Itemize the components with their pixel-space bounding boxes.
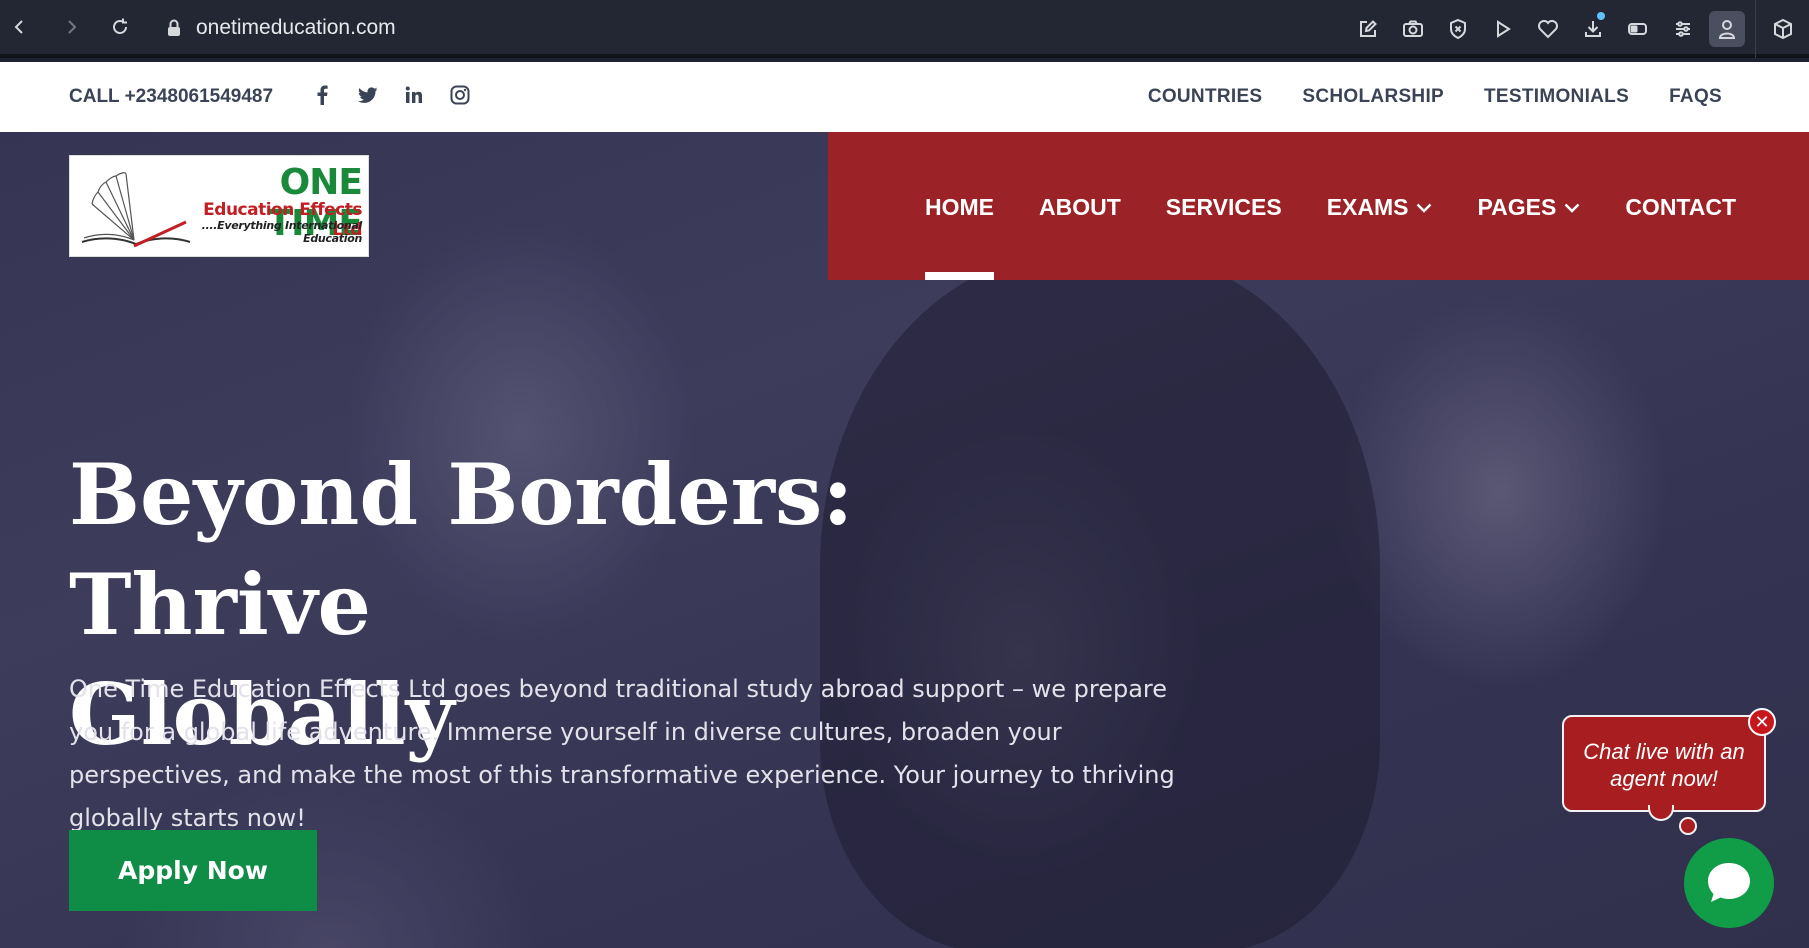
camera-icon bbox=[1402, 20, 1423, 37]
reload-button[interactable] bbox=[106, 13, 134, 41]
top-link-scholarship[interactable]: SCHOLARSHIP bbox=[1302, 86, 1444, 108]
lock-icon bbox=[168, 19, 180, 36]
chevron-right-icon bbox=[68, 20, 77, 34]
logo-tagline: ....Everything International Education bbox=[201, 219, 363, 245]
chat-bubble-icon bbox=[1708, 863, 1750, 902]
easy-setup-button[interactable] bbox=[1660, 0, 1705, 58]
hero-description: One Time Education Effects Ltd goes beyo… bbox=[69, 675, 1175, 832]
nav-label: PAGES bbox=[1477, 194, 1557, 220]
play-icon bbox=[1496, 20, 1511, 38]
favorites-button[interactable] bbox=[1525, 0, 1570, 58]
chat-launcher-button[interactable] bbox=[1684, 838, 1774, 928]
forward-button[interactable] bbox=[58, 13, 86, 41]
top-link-faqs[interactable]: FAQS bbox=[1669, 86, 1722, 108]
reload-icon bbox=[113, 18, 127, 34]
chevron-down-icon bbox=[1564, 203, 1580, 213]
chevron-down-icon bbox=[1417, 203, 1432, 213]
screenshot-button[interactable] bbox=[1390, 0, 1435, 58]
social-links bbox=[312, 84, 470, 106]
nav-item-contact[interactable]: CONTACT bbox=[1625, 194, 1736, 221]
call-phone-link[interactable]: CALL +2348061549487 bbox=[69, 86, 273, 108]
profile-button[interactable] bbox=[1709, 11, 1745, 47]
facebook-icon[interactable] bbox=[312, 84, 332, 106]
sliders-icon bbox=[1675, 21, 1690, 37]
top-info-bar: CALL +2348061549487 COUNTRIES SCHOLARSHI… bbox=[0, 62, 1809, 132]
address-bar[interactable]: onetimeducation.com bbox=[166, 12, 396, 44]
shield-x-icon bbox=[1449, 18, 1466, 40]
cube-icon bbox=[1773, 18, 1792, 40]
downloads-button[interactable] bbox=[1570, 0, 1615, 58]
player-button[interactable] bbox=[1480, 0, 1525, 58]
linkedin-icon[interactable] bbox=[404, 84, 424, 106]
top-link-countries[interactable]: COUNTRIES bbox=[1148, 86, 1263, 108]
nav-item-services[interactable]: SERVICES bbox=[1166, 194, 1282, 221]
nav-item-home[interactable]: HOME bbox=[925, 194, 994, 280]
chat-close-button[interactable]: ✕ bbox=[1748, 708, 1776, 736]
nav-label: ABOUT bbox=[1039, 194, 1121, 220]
adblock-button[interactable] bbox=[1435, 0, 1480, 58]
download-badge bbox=[1597, 12, 1605, 20]
chat-prompt-line2: agent now! bbox=[1610, 766, 1718, 791]
nav-item-about[interactable]: ABOUT bbox=[1039, 194, 1121, 221]
nav-label: EXAMS bbox=[1326, 194, 1409, 220]
back-button[interactable] bbox=[5, 13, 33, 41]
hero-headline-line1: Beyond Borders: Thrive bbox=[69, 445, 854, 654]
edit-page-button[interactable] bbox=[1345, 0, 1390, 58]
battery-icon bbox=[1627, 23, 1647, 35]
url-text: onetimeducation.com bbox=[196, 16, 396, 39]
heart-icon bbox=[1537, 20, 1558, 39]
browser-toolbar: onetimeducation.com bbox=[0, 0, 1809, 58]
nav-item-exams[interactable]: EXAMS bbox=[1327, 194, 1433, 221]
nav-label: SERVICES bbox=[1165, 194, 1282, 220]
top-link-testimonials[interactable]: TESTIMONIALS bbox=[1484, 86, 1629, 108]
user-icon bbox=[1718, 20, 1736, 39]
chevron-left-icon bbox=[14, 20, 23, 34]
twitter-icon[interactable] bbox=[358, 84, 378, 106]
workspaces-button[interactable] bbox=[1755, 0, 1809, 58]
nav-label: HOME bbox=[925, 194, 994, 220]
battery-saver-button[interactable] bbox=[1615, 0, 1660, 58]
chat-prompt-bubble[interactable]: Chat live with an agent now! bbox=[1562, 715, 1766, 812]
browser-extensions bbox=[1345, 0, 1809, 58]
site-logo[interactable]: ONE TIME Education Effects Ltd ....Every… bbox=[69, 155, 369, 257]
pencil-square-icon bbox=[1359, 20, 1377, 37]
apply-now-button[interactable]: Apply Now bbox=[69, 830, 317, 911]
nav-item-pages[interactable]: PAGES bbox=[1477, 194, 1580, 221]
chat-prompt-line1: Chat live with an bbox=[1583, 739, 1745, 764]
nav-label: CONTACT bbox=[1625, 194, 1737, 220]
instagram-icon[interactable] bbox=[450, 84, 470, 106]
main-navigation: HOME ABOUT SERVICES EXAMS PAGES CONTACT bbox=[828, 132, 1809, 280]
download-icon bbox=[1584, 21, 1601, 37]
chat-bubble-dot bbox=[1679, 817, 1697, 835]
close-icon: ✕ bbox=[1754, 711, 1770, 732]
top-links: COUNTRIES SCHOLARSHIP TESTIMONIALS FAQS bbox=[1148, 86, 1722, 108]
